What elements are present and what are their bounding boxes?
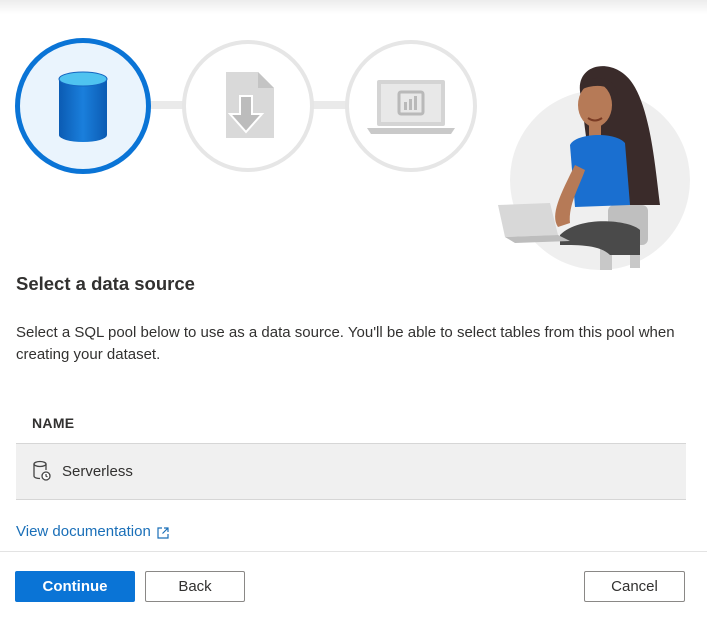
row-label: Serverless [62,463,133,480]
view-documentation-label: View documentation [16,523,151,540]
step-connector [150,101,184,109]
data-source-table: NAME Serverless [16,402,686,500]
step-report [345,40,477,172]
table-row[interactable]: Serverless [16,444,686,500]
database-icon [58,71,108,142]
step-download [182,40,314,172]
download-file-icon [226,72,274,138]
view-documentation-link[interactable]: View documentation [16,523,169,540]
step-connector [312,101,347,109]
person-illustration [490,55,690,275]
cancel-button[interactable]: Cancel [584,571,685,602]
continue-button[interactable]: Continue [15,571,135,602]
step-data-source [15,38,151,174]
page-title: Select a data source [16,273,195,294]
external-link-icon [157,526,169,539]
sql-pool-icon [32,460,54,484]
footer-divider [0,551,707,552]
page-description: Select a SQL pool below to use as a data… [16,324,675,363]
column-header-name[interactable]: NAME [16,402,686,444]
laptop-report-icon [367,80,455,134]
wizard-steps [0,0,500,200]
back-button[interactable]: Back [145,571,245,602]
